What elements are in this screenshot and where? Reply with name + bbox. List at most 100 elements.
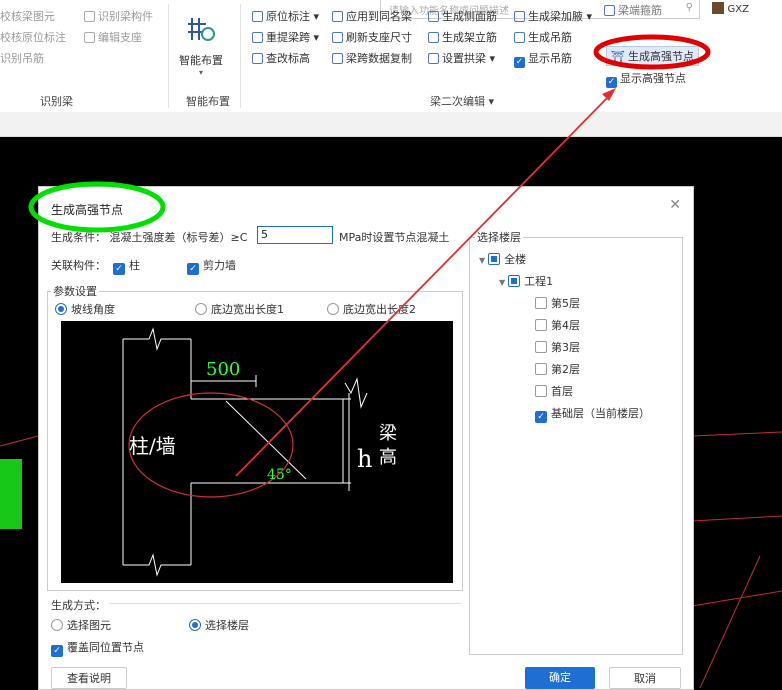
- tree-floor-item[interactable]: 第4层: [535, 317, 580, 333]
- beam-height-label-1: 梁: [379, 423, 397, 444]
- overwrite-checkbox[interactable]: ✓ 覆盖同位置节点: [51, 639, 144, 657]
- related-wall-checkbox[interactable]: ✓ 剪力墙: [187, 257, 236, 275]
- erect-rebar-button[interactable]: 生成架立筋: [428, 29, 497, 45]
- inplace-mark-button[interactable]: 原位标注 ▾: [252, 8, 319, 24]
- haunch-button[interactable]: 生成梁加腋 ▾: [514, 8, 592, 24]
- related-label: 关联构件：: [51, 259, 106, 272]
- radio-selected-icon: [55, 303, 67, 315]
- repick-span-button[interactable]: 重提梁跨 ▾: [252, 29, 319, 45]
- cancel-button[interactable]: 取消: [609, 667, 681, 689]
- method-divider: [109, 603, 461, 604]
- check-beam-button[interactable]: 校核梁图元: [0, 8, 55, 24]
- user-name: GXZ: [727, 4, 749, 15]
- opt-bottom2-radio[interactable]: 底边宽出长度2: [327, 301, 416, 317]
- condition-value: 5: [261, 228, 268, 241]
- group-label-smart: 智能布置: [186, 95, 230, 108]
- apply-icon: [332, 11, 343, 22]
- group-label-beam-edit: 梁二次编辑 ▾: [430, 95, 495, 108]
- help-button[interactable]: 查看说明: [51, 667, 127, 689]
- arch-icon: [428, 53, 439, 64]
- apply-same-beam-button[interactable]: 应用到同名梁: [332, 8, 412, 24]
- floors-label: 选择楼层: [475, 229, 523, 245]
- copy-icon: [332, 53, 343, 64]
- angle-label: 45°: [267, 467, 292, 483]
- group-divider: [168, 4, 169, 108]
- identify-hanger-button[interactable]: 识别吊筋: [0, 50, 44, 66]
- method-select-floor-radio[interactable]: 选择楼层: [189, 617, 249, 633]
- refresh-support-button[interactable]: 刷新支座尺寸: [332, 29, 412, 45]
- params-label: 参数设置: [51, 283, 99, 299]
- arch-beam-button[interactable]: 设置拱梁 ▾: [428, 50, 495, 66]
- user-badge[interactable]: GXZ: [712, 2, 749, 16]
- condition-label: 生成条件： 混凝土强度差（标号差）≥C: [51, 231, 248, 244]
- show-hanger-toggle[interactable]: ✓ 显示吊筋: [514, 50, 572, 68]
- hanger-button[interactable]: 生成吊筋: [514, 29, 572, 45]
- group-label-identify: 识别梁: [40, 95, 73, 108]
- support-icon: [84, 32, 95, 43]
- tree-node-all[interactable]: ▼ 全楼: [479, 251, 526, 267]
- tree-floor-item[interactable]: 第3层: [535, 339, 580, 355]
- copy-span-data-button[interactable]: 梁跨数据复制: [332, 50, 412, 66]
- tree-floor-item[interactable]: 第2层: [535, 361, 580, 377]
- smart-layout-button[interactable]: 智能布置 ▾: [172, 14, 230, 86]
- side-rebar-icon: [428, 11, 439, 22]
- generate-high-strength-node-button[interactable]: ⛩ 生成高强节点: [606, 46, 699, 66]
- tree-floor-item[interactable]: ✓ 基础层（当前楼层）: [535, 405, 650, 423]
- smart-layout-label: 智能布置: [179, 54, 223, 67]
- column-wall-label: 柱/墙: [129, 434, 176, 458]
- refresh-icon: [332, 32, 343, 43]
- tree-floor-item[interactable]: 第5层: [535, 295, 580, 311]
- check-mark-button[interactable]: 校核原位标注: [0, 29, 66, 45]
- radio-icon: [51, 619, 63, 631]
- tree-floor-item[interactable]: 首层: [535, 383, 573, 399]
- checkbox-checked-icon: ✓: [535, 411, 547, 423]
- span-icon: [252, 32, 263, 43]
- avatar: [712, 2, 724, 14]
- search-icon[interactable]: ⚲: [686, 2, 693, 13]
- group-divider: [240, 4, 241, 108]
- checkbox-checked-icon: ✓: [514, 57, 525, 68]
- erect-icon: [428, 32, 439, 43]
- checkbox-icon: [535, 363, 547, 375]
- high-strength-node-dialog: 生成高强节点 ✕ 生成条件： 混凝土强度差（标号差）≥C 5 MPa时设置节点混…: [38, 186, 694, 690]
- condition-input[interactable]: 5: [257, 226, 333, 244]
- checkbox-checked-icon: ✓: [187, 263, 199, 275]
- checkbox-icon: [535, 297, 547, 309]
- dialog-title: 生成高强节点: [51, 203, 124, 217]
- stirrup-icon: [604, 5, 615, 16]
- mark-icon: [252, 11, 263, 22]
- close-icon[interactable]: ✕: [669, 197, 681, 213]
- node-diagram: 500 柱/墙 45° h 梁 高: [61, 321, 453, 583]
- radio-selected-icon: [189, 619, 201, 631]
- checkbox-icon: [535, 341, 547, 353]
- smart-layout-icon: [188, 18, 215, 41]
- checkbox-checked-icon: ✓: [51, 645, 63, 657]
- condition-suffix: MPa时设置节点混凝土: [339, 231, 450, 244]
- haunch-icon: [514, 11, 525, 22]
- stirrup-button[interactable]: 梁端箍筋: [604, 2, 662, 18]
- checkbox-checked-icon: ✓: [606, 77, 617, 88]
- secondary-toolbar: [0, 112, 782, 137]
- side-rebar-button[interactable]: 生成侧面筋: [428, 8, 497, 24]
- h-label: h: [357, 445, 372, 473]
- chevron-down-icon: ▾: [198, 68, 203, 77]
- related-column-checkbox[interactable]: ✓ 柱: [113, 257, 140, 275]
- radio-icon: [327, 303, 339, 315]
- method-select-element-radio[interactable]: 选择图元: [51, 617, 111, 633]
- ribbon-toolbar: 请输入功能名称或问题描述 ⚲ GXZ 校核梁图元 识别梁构件 校核原位标注 编辑…: [0, 0, 782, 113]
- identify-beam-button[interactable]: 识别梁构件: [84, 8, 153, 24]
- ok-button[interactable]: 确定: [525, 667, 595, 689]
- opt-bottom1-radio[interactable]: 底边宽出长度1: [195, 301, 284, 317]
- radio-icon: [195, 303, 207, 315]
- chevron-down-icon: ▼: [499, 278, 506, 287]
- edit-elevation-button[interactable]: 查改标高: [252, 50, 310, 66]
- show-high-strength-node-toggle[interactable]: ✓ 显示高强节点: [606, 70, 686, 88]
- tree-node-project[interactable]: ▼ 工程1: [499, 273, 553, 289]
- edit-support-button[interactable]: 编辑支座: [84, 29, 142, 45]
- hanger-icon: [514, 32, 525, 43]
- checkbox-partial-icon: [488, 253, 501, 265]
- elevation-icon: [252, 53, 263, 64]
- checkbox-icon: [535, 319, 547, 331]
- node-icon: ⛩: [611, 50, 625, 63]
- opt-slope-radio[interactable]: 坡线角度: [55, 301, 115, 317]
